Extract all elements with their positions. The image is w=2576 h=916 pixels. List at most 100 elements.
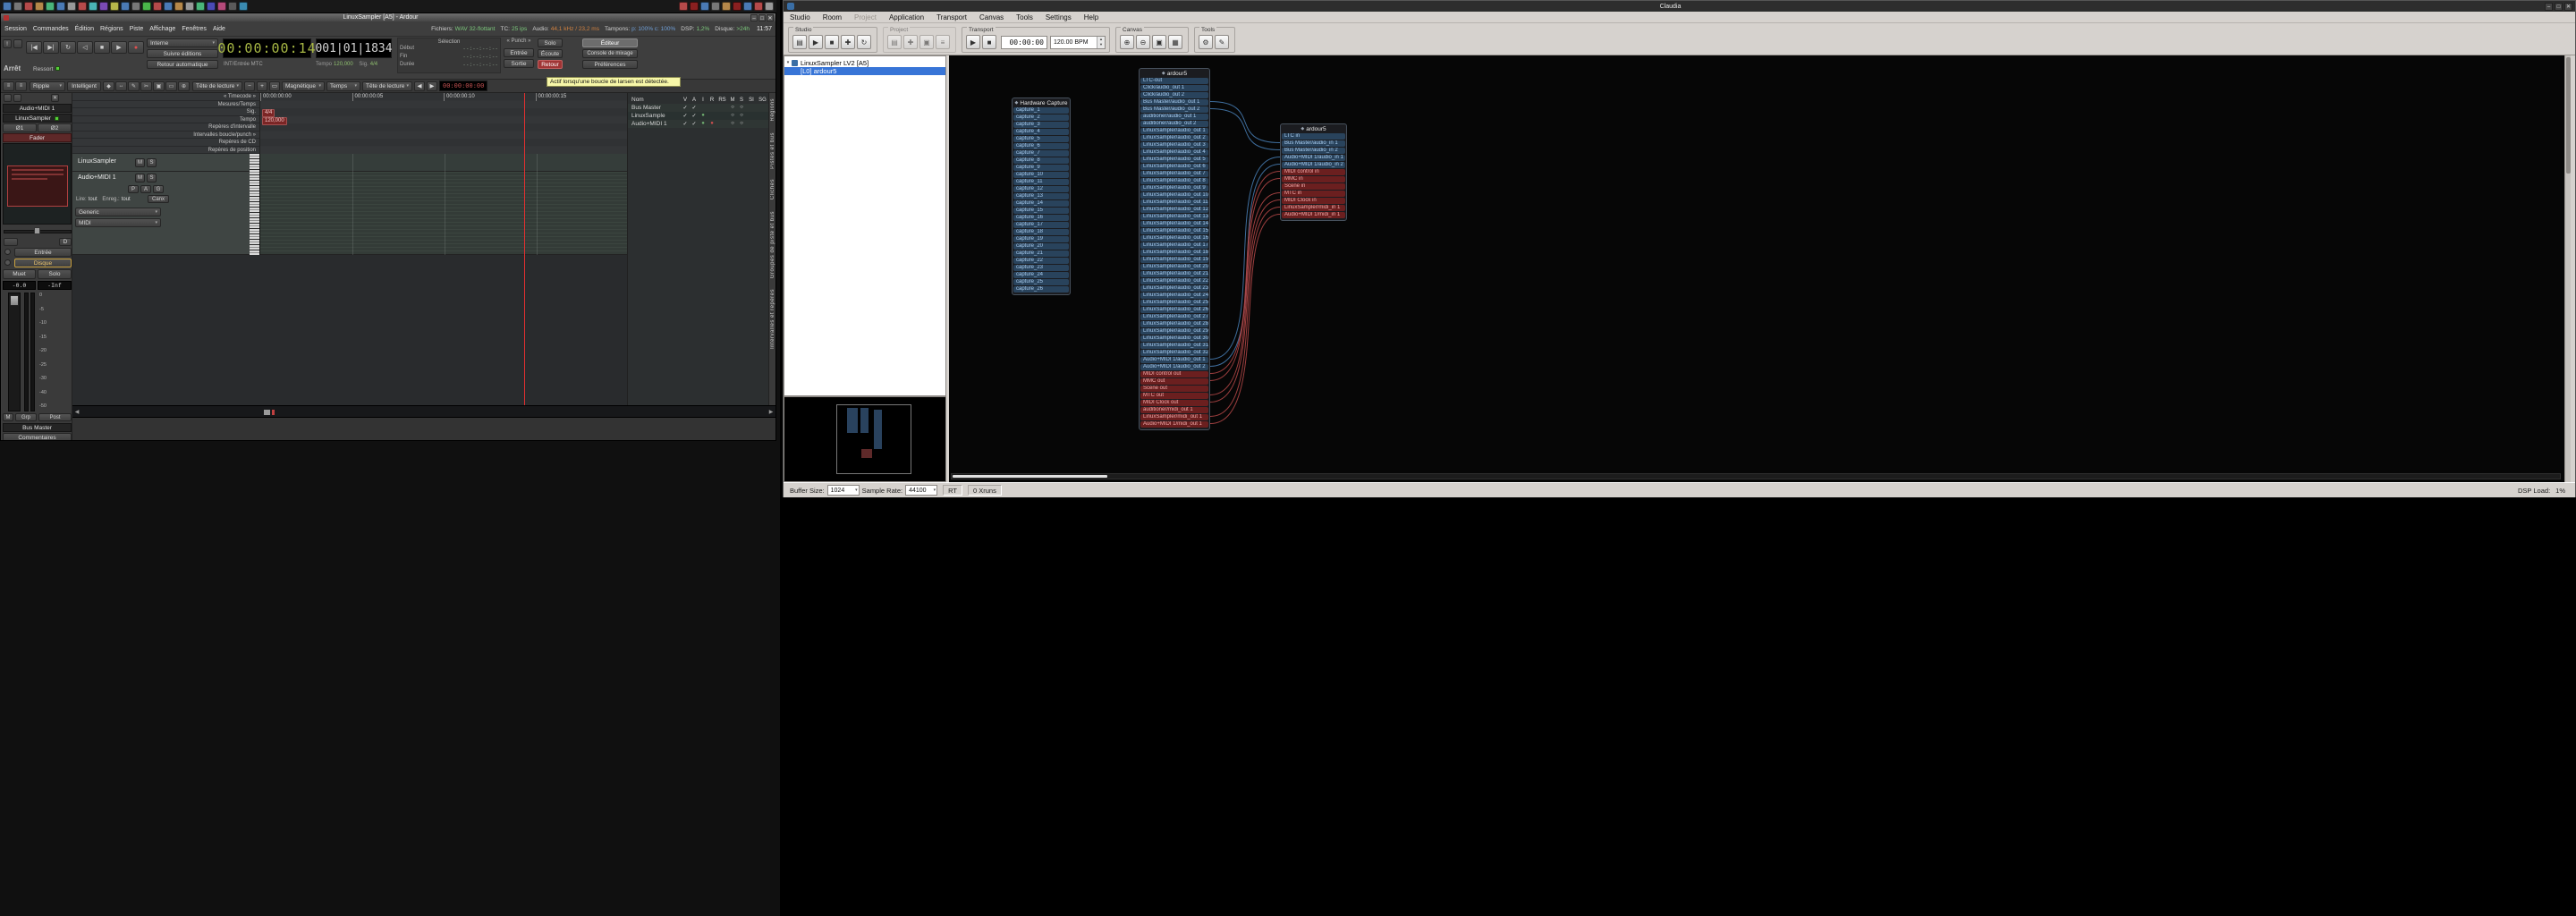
route-toggle[interactable]: ○ — [737, 121, 746, 127]
taskbar-app-icon[interactable] — [185, 2, 194, 11]
audio-port[interactable]: Audio+MIDI 1/audio_out 1 — [1140, 357, 1208, 363]
signature-marker[interactable]: 4/4 — [262, 109, 275, 117]
primary-clock[interactable]: 00:00:00:14 — [217, 38, 316, 58]
route-toggle[interactable] — [746, 105, 757, 111]
taskbar-tray-icon[interactable] — [679, 2, 688, 11]
audio-port[interactable]: capture_24 — [1013, 272, 1069, 278]
box-title[interactable]: ◆ Hardware Capture — [1013, 99, 1069, 107]
audio-port[interactable]: LinuxSampler/audio_out 29 — [1140, 328, 1208, 335]
track-name[interactable]: Audio+MIDI 1 — [78, 174, 116, 181]
phase-invert-2-button[interactable]: Ø2 — [38, 123, 72, 132]
midi-port[interactable]: MIDI Clock out — [1140, 400, 1208, 406]
studio-toolbar-button[interactable]: ↻ — [857, 35, 871, 49]
claudia-titlebar[interactable]: Claudia – □ ✕ — [784, 1, 2575, 12]
route-toggle[interactable] — [716, 105, 728, 111]
menu-item[interactable]: Studio — [784, 13, 817, 21]
menu-item[interactable]: Piste — [130, 26, 144, 32]
output-button[interactable]: Bus Master — [3, 423, 72, 432]
gain-fader-handle[interactable] — [10, 295, 19, 306]
midi-port[interactable]: MTC out — [1140, 393, 1208, 399]
menu-item[interactable]: Canvas — [973, 13, 1010, 21]
audio-port[interactable]: LinuxSampler/audio_out 18 — [1140, 250, 1208, 256]
route-row-bus-master[interactable]: Bus Master ✓ ✓ ○ ○ — [628, 104, 768, 112]
audio-port[interactable]: capture_26 — [1013, 286, 1069, 293]
gain-display[interactable]: -0.0 — [3, 281, 36, 290]
menu-item[interactable]: Fenêtres — [182, 26, 207, 32]
taskbar-app-icon[interactable] — [67, 2, 76, 11]
play-channels-value[interactable]: tout — [89, 197, 97, 202]
project-toolbar-button[interactable]: ▤ — [887, 35, 902, 49]
audio-port[interactable]: capture_9 — [1013, 165, 1069, 171]
track-lane-linuxsampler[interactable] — [260, 154, 627, 172]
taskbar-tray-icon[interactable] — [690, 2, 699, 11]
taskbar-app-icon[interactable] — [174, 2, 183, 11]
ruler-label[interactable]: Repères de CD — [72, 139, 259, 147]
audio-port[interactable]: LTC in — [1282, 133, 1345, 140]
taskbar-tray-icon[interactable] — [754, 2, 763, 11]
audio-port[interactable]: LinuxSampler/audio_out 28 — [1140, 321, 1208, 327]
selection-start-value[interactable]: --:--:--:-- — [462, 45, 498, 53]
tools-toolbar-button[interactable]: ⚙ — [1199, 35, 1213, 49]
audio-port[interactable]: capture_13 — [1013, 193, 1069, 199]
scrollbar-handle[interactable] — [2566, 57, 2571, 174]
route-toggle[interactable] — [708, 113, 716, 119]
ruler-label[interactable]: « Timecode » — [72, 93, 259, 101]
monitor-knob[interactable] — [4, 259, 11, 266]
tempo-value[interactable]: 120,000 — [334, 62, 353, 67]
route-toggle[interactable] — [746, 113, 757, 119]
transport-toolbar-button[interactable]: ■ — [982, 35, 996, 49]
taskbar-app-icon[interactable] — [239, 2, 248, 11]
goto-start-button[interactable]: |◀ — [26, 41, 42, 54]
ruler-label[interactable]: Repères d'intervalle — [72, 123, 259, 131]
audio-port[interactable]: Audio+MIDI 1/audio_out 2 — [1140, 364, 1208, 370]
audio-port[interactable]: capture_5 — [1013, 136, 1069, 142]
midi-scroomer[interactable] — [250, 154, 260, 255]
track-pag-button[interactable]: P — [128, 185, 139, 193]
pan-handle[interactable] — [34, 227, 40, 234]
box-title[interactable]: ◆ ardour5 — [1282, 125, 1345, 133]
monitor-options-button[interactable] — [13, 39, 22, 48]
audio-port[interactable]: LinuxSampler/audio_out 14 — [1140, 221, 1208, 227]
canvas-minimap[interactable] — [784, 396, 946, 482]
window-button[interactable]: – — [750, 13, 758, 21]
ruler-label[interactable]: Intervalles boucle/punch » — [72, 131, 259, 139]
taskbar-app-icon[interactable] — [35, 2, 44, 11]
mouse-mode-button[interactable]: ◆ — [103, 81, 114, 91]
tempo-marker[interactable]: 120,000 — [262, 116, 287, 125]
audio-port[interactable]: LinuxSampler/audio_out 16 — [1140, 235, 1208, 242]
audio-port[interactable]: capture_25 — [1013, 279, 1069, 285]
timecode-ruler[interactable]: 00:00:00:00 00:00:00:05 00:00:00:10 00:00:0… — [260, 93, 627, 101]
audio-port[interactable]: LinuxSampler/audio_out 10 — [1140, 192, 1208, 199]
audio-port[interactable]: Bus Master/audio_out 2 — [1140, 106, 1208, 113]
route-toggle[interactable]: ✓ — [690, 105, 699, 111]
route-toggle[interactable] — [746, 121, 757, 127]
audio-port[interactable]: LinuxSampler/audio_out 22 — [1140, 278, 1208, 284]
audio-port[interactable]: LinuxSampler/audio_out 17 — [1140, 242, 1208, 249]
selection-length-value[interactable]: --:--:--:-- — [462, 61, 498, 69]
audio-port[interactable]: capture_7 — [1013, 150, 1069, 157]
comments-button[interactable]: Commentaires — [3, 433, 72, 440]
track-mute-button[interactable]: M — [135, 174, 145, 182]
zoom-focus-combo[interactable]: Tête de lecture — [192, 81, 242, 91]
studio-toolbar-button[interactable]: ▤ — [792, 35, 807, 49]
audio-port[interactable]: capture_11 — [1013, 179, 1069, 185]
buffer-size-combo[interactable]: 1024 — [826, 485, 860, 496]
audio-port[interactable]: LinuxSampler/audio_out 12 — [1140, 207, 1208, 213]
sample-rate-combo[interactable]: 44100 — [905, 485, 938, 496]
midi-port[interactable]: MTC in — [1282, 191, 1345, 197]
taskbar-tray-icon[interactable] — [711, 2, 720, 11]
record-button[interactable]: ● — [128, 41, 144, 54]
taskbar-app-icon[interactable] — [24, 2, 33, 11]
audio-port[interactable]: capture_23 — [1013, 265, 1069, 271]
route-toggle[interactable]: ✓ — [681, 105, 690, 111]
stop-button[interactable]: ■ — [94, 41, 110, 54]
menu-item[interactable]: Settings — [1039, 13, 1078, 21]
editor-side-tab[interactable]: Pistes et bus — [770, 132, 775, 169]
grid-type-combo[interactable]: Temps — [326, 81, 360, 91]
zoom-in-button[interactable]: + — [257, 81, 267, 91]
audio-port[interactable]: LinuxSampler/audio_out 27 — [1140, 314, 1208, 320]
track-solo-button[interactable]: S — [147, 158, 157, 167]
mouse-mode-button[interactable]: ↔ — [115, 81, 127, 91]
canvas-toolbar-button[interactable]: ⊕ — [1120, 35, 1134, 49]
audio-port[interactable]: auditioner/audio_out 1 — [1140, 114, 1208, 120]
